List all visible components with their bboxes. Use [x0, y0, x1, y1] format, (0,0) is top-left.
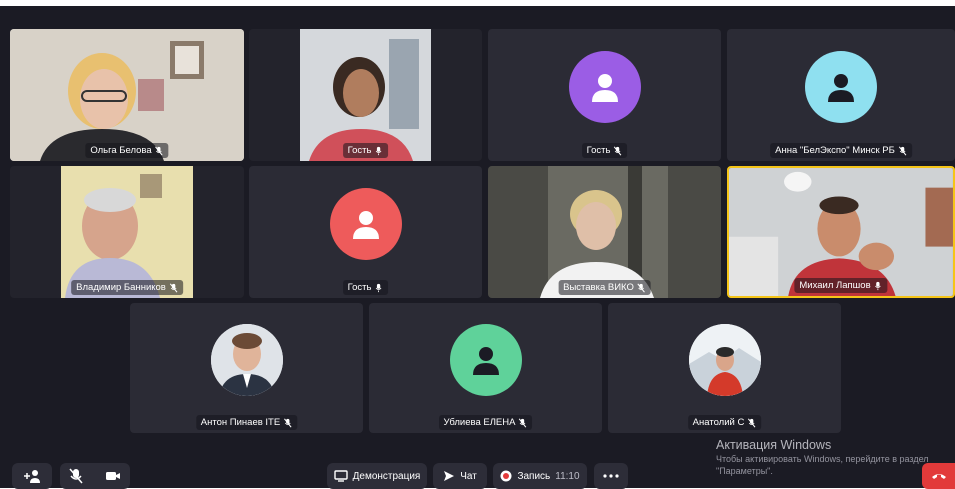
- participant-name-caption: Анатолий С: [687, 415, 762, 430]
- participant-video: [488, 166, 721, 298]
- avatar: [329, 188, 402, 261]
- add-participant-icon: [24, 470, 40, 483]
- screen-share-button[interactable]: Демонстрация: [327, 463, 427, 489]
- more-icon: [603, 474, 619, 478]
- windows-activation-line-1: Чтобы активировать Windows, перейдите в …: [716, 454, 929, 464]
- record-label: Запись: [517, 470, 551, 482]
- participant-tile-viko[interactable]: Выставка ВИКО: [488, 166, 721, 298]
- participant-photo: [688, 324, 761, 397]
- participant-name: Ольга Белова: [90, 145, 152, 156]
- mic-muted-icon: [155, 145, 163, 156]
- mic-muted-icon: [283, 417, 292, 428]
- participant-name-caption: Антон Пинаев ITE: [195, 415, 298, 430]
- mic-muted-icon: [637, 282, 646, 293]
- participant-name-caption: Анна "БелЭкспо" Минск РБ: [770, 143, 912, 158]
- hang-up-button[interactable]: [922, 463, 955, 489]
- participant-name-caption: Владимир Банников: [71, 280, 183, 295]
- participant-name: Гость: [586, 145, 611, 156]
- participant-name: Анатолий С: [692, 417, 745, 428]
- participant-video: [300, 29, 431, 161]
- participant-tile-elena[interactable]: Ублиева ЕЛЕНА: [369, 303, 602, 433]
- participant-name-caption: Гость: [342, 280, 389, 295]
- mic-muted-icon: [614, 145, 622, 156]
- avatar: [805, 51, 877, 124]
- screen-share-icon: [333, 470, 348, 482]
- participant-tile-guest-1[interactable]: Гость: [249, 29, 482, 161]
- participant-tile-vladimir[interactable]: Владимир Банников: [10, 166, 244, 298]
- mic-muted-icon: [169, 282, 178, 293]
- microphone-toggle-button[interactable]: [60, 463, 130, 489]
- participant-name: Михаил Лапшов: [799, 280, 871, 291]
- participant-name: Анна "БелЭкспо" Минск РБ: [775, 145, 895, 156]
- participant-tile-guest-2[interactable]: Гость: [488, 29, 721, 161]
- camera-icon[interactable]: [105, 470, 121, 482]
- chat-button[interactable]: Чат: [433, 463, 487, 489]
- record-icon: [500, 470, 512, 482]
- participant-name-caption: Гость: [581, 143, 628, 158]
- mic-on-icon: [376, 283, 382, 292]
- participant-name: Гость: [347, 145, 372, 156]
- participant-name-caption: Ублиева ЕЛЕНА: [438, 415, 533, 430]
- chat-send-icon: [444, 471, 455, 481]
- participant-video: [10, 29, 244, 161]
- participant-tile-guest-3[interactable]: Гость: [249, 166, 482, 298]
- avatar: [688, 324, 761, 397]
- participant-tile-mikhail[interactable]: Михаил Лапшов: [727, 166, 955, 298]
- mic-on-icon: [875, 281, 881, 290]
- windows-activation-line-2: "Параметры".: [716, 466, 773, 476]
- record-button[interactable]: Запись 11:10: [493, 463, 587, 489]
- hangup-icon: [931, 474, 946, 479]
- participant-tile-anatoly[interactable]: Анатолий С: [608, 303, 841, 433]
- participant-tile-anna[interactable]: Анна "БелЭкспо" Минск РБ: [727, 29, 955, 161]
- participant-name: Антон Пинаев ITE: [200, 417, 281, 428]
- user-icon: [352, 211, 379, 240]
- avatar: [568, 51, 641, 124]
- windows-activation-title: Активация Windows: [716, 438, 832, 452]
- more-options-button[interactable]: [594, 463, 628, 489]
- user-icon: [828, 74, 854, 103]
- participant-tile-olga[interactable]: Ольга Белова: [10, 29, 244, 161]
- mic-muted-icon: [898, 145, 907, 156]
- participant-video: [61, 166, 193, 298]
- mic-muted-icon: [519, 417, 527, 428]
- avatar: [449, 324, 522, 397]
- avatar: [210, 324, 283, 397]
- participant-name-caption: Гость: [342, 143, 389, 158]
- conference-window: Ольга Белова Гость Гость Анна "БелЭкспо"…: [0, 6, 955, 488]
- add-participant-button[interactable]: [12, 463, 52, 489]
- participant-photo: [210, 324, 283, 397]
- user-icon: [472, 347, 499, 376]
- participant-name: Гость: [347, 282, 372, 293]
- screen-share-label: Демонстрация: [352, 470, 421, 482]
- participant-name: Выставка ВИКО: [563, 282, 634, 293]
- participant-tile-anton[interactable]: Антон Пинаев ITE: [130, 303, 363, 433]
- mic-muted-icon: [748, 417, 756, 428]
- mic-muted-icon: [69, 468, 83, 484]
- participant-name: Владимир Банников: [76, 282, 166, 293]
- participant-name-caption: Михаил Лапшов: [794, 278, 888, 293]
- record-timer: 11:10: [555, 470, 580, 482]
- chat-label: Чат: [460, 470, 477, 482]
- participant-name: Ублиева ЕЛЕНА: [443, 417, 516, 428]
- user-icon: [591, 74, 618, 103]
- participant-name-caption: Ольга Белова: [85, 143, 169, 158]
- participant-name-caption: Выставка ВИКО: [558, 280, 651, 295]
- mic-on-icon: [376, 146, 382, 155]
